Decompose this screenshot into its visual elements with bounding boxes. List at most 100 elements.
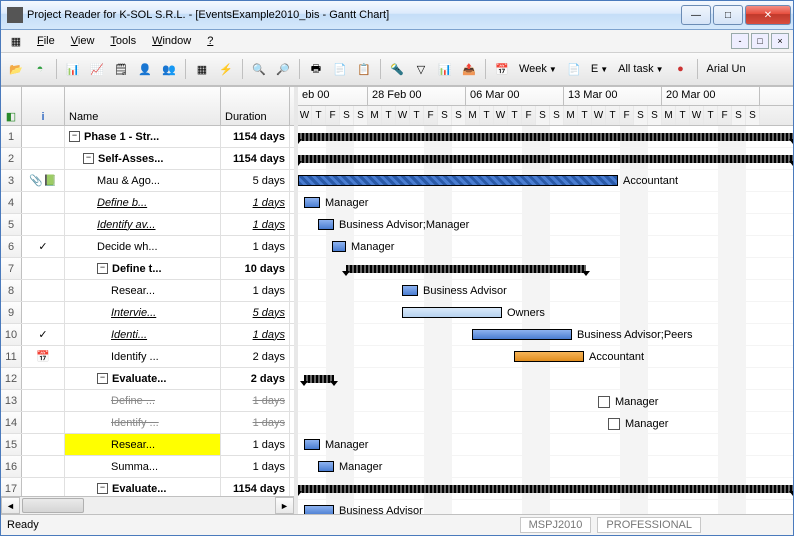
day-header[interactable]: T	[382, 106, 396, 125]
row-number[interactable]: 14	[1, 412, 22, 433]
resource-sheet-icon[interactable]: 👥	[158, 58, 180, 80]
day-header[interactable]: W	[494, 106, 508, 125]
col-num[interactable]: ◧	[1, 87, 22, 125]
doc-icon[interactable]: 📄	[563, 58, 585, 80]
milestone[interactable]: Manager	[598, 396, 610, 408]
tracking-icon[interactable]: 📈	[86, 58, 108, 80]
day-header[interactable]: F	[326, 106, 340, 125]
gantt-bar[interactable]: Business Advisor	[402, 285, 418, 296]
table-row[interactable]: 6✓Decide wh...1 days	[1, 236, 294, 258]
day-header[interactable]: M	[466, 106, 480, 125]
name-cell[interactable]: Identify ...	[65, 412, 221, 433]
row-number[interactable]: 13	[1, 390, 22, 411]
name-cell[interactable]: −Evaluate...	[65, 368, 221, 389]
week-header[interactable]: 28 Feb 00	[368, 87, 466, 105]
day-header[interactable]: T	[676, 106, 690, 125]
day-header[interactable]: W	[592, 106, 606, 125]
gantt-bar[interactable]	[304, 375, 334, 383]
name-cell[interactable]: Resear...	[65, 280, 221, 301]
mdi-minimize-button[interactable]: -	[731, 33, 749, 49]
table-row[interactable]: 3📎📗Mau & Ago...5 days	[1, 170, 294, 192]
gantt-row[interactable]	[298, 148, 793, 170]
name-cell[interactable]: −Evaluate...	[65, 478, 221, 496]
record-icon[interactable]: ●	[670, 58, 692, 80]
week-header[interactable]: 06 Mar 00	[466, 87, 564, 105]
day-header[interactable]: S	[452, 106, 466, 125]
day-header[interactable]: T	[508, 106, 522, 125]
name-cell[interactable]: Define b...	[65, 192, 221, 213]
gantt-row[interactable]: Manager	[298, 390, 793, 412]
day-header[interactable]: S	[634, 106, 648, 125]
row-number[interactable]: 9	[1, 302, 22, 323]
system-menu-icon[interactable]: ▦	[5, 30, 27, 52]
table-row[interactable]: 11📅Identify ...2 days	[1, 346, 294, 368]
table-row[interactable]: 12−Evaluate...2 days	[1, 368, 294, 390]
calendar-icon[interactable]: 📅	[491, 58, 513, 80]
gantt-row[interactable]: Manager	[298, 434, 793, 456]
gantt-row[interactable]: Business Advisor;Peers	[298, 324, 793, 346]
day-header[interactable]: M	[662, 106, 676, 125]
alltask-dropdown[interactable]: All task▼	[614, 59, 667, 79]
row-number[interactable]: 17	[1, 478, 22, 496]
menu-view[interactable]: View	[65, 33, 101, 49]
week-header[interactable]: 13 Mar 00	[564, 87, 662, 105]
day-header[interactable]: S	[746, 106, 760, 125]
table-row[interactable]: 8Resear...1 days	[1, 280, 294, 302]
e-dropdown[interactable]: E▼	[587, 59, 612, 79]
table-row[interactable]: 17−Evaluate...1154 days	[1, 478, 294, 496]
gantt-row[interactable]: Business Advisor;Manager	[298, 214, 793, 236]
title-bar[interactable]: Project Reader for K-SOL S.R.L. - [Event…	[1, 1, 793, 30]
scroll-thumb[interactable]	[22, 498, 84, 513]
print-icon[interactable]: 🖶	[305, 58, 327, 80]
row-number[interactable]: 2	[1, 148, 22, 169]
gantt-bar[interactable]: Manager	[304, 439, 320, 450]
name-cell[interactable]: Define ...	[65, 390, 221, 411]
minimize-button[interactable]: ―	[681, 5, 711, 25]
table-row[interactable]: 5Identify av...1 days	[1, 214, 294, 236]
mdi-close-button[interactable]: ×	[771, 33, 789, 49]
col-duration[interactable]: Duration	[221, 87, 290, 125]
name-cell[interactable]: Intervie...	[65, 302, 221, 323]
gantt-row[interactable]: Business Advisor	[298, 500, 793, 514]
day-header[interactable]: S	[340, 106, 354, 125]
zoom-out-icon[interactable]: 🔎	[272, 58, 294, 80]
gantt-bar[interactable]: Manager	[332, 241, 346, 252]
table-row[interactable]: 13Define ...1 days	[1, 390, 294, 412]
day-header[interactable]: F	[522, 106, 536, 125]
preview-icon[interactable]: 📄	[329, 58, 351, 80]
table-row[interactable]: 1−Phase 1 - Str...1154 days	[1, 126, 294, 148]
gantt-row[interactable]: Accountant	[298, 346, 793, 368]
name-cell[interactable]: Identify av...	[65, 214, 221, 235]
day-header[interactable]: S	[732, 106, 746, 125]
day-header[interactable]: T	[410, 106, 424, 125]
day-header[interactable]: T	[606, 106, 620, 125]
table-row[interactable]: 16Summa...1 days	[1, 456, 294, 478]
row-number[interactable]: 10	[1, 324, 22, 345]
name-cell[interactable]: −Define t...	[65, 258, 221, 279]
name-cell[interactable]: Identi...	[65, 324, 221, 345]
day-header[interactable]: T	[704, 106, 718, 125]
row-number[interactable]: 12	[1, 368, 22, 389]
close-button[interactable]: ✕	[745, 5, 791, 25]
milestone[interactable]: Manager	[608, 418, 620, 430]
row-number[interactable]: 1	[1, 126, 22, 147]
cloud-icon[interactable]: ◓	[29, 58, 51, 80]
gantt-row[interactable]: Owners	[298, 302, 793, 324]
table-row[interactable]: 15Resear...1 days	[1, 434, 294, 456]
gantt-bar[interactable]: Owners	[402, 307, 502, 318]
gantt-bar[interactable]: Business Advisor;Peers	[472, 329, 572, 340]
gantt-bar[interactable]	[346, 265, 586, 273]
gantt-bar[interactable]: Business Advisor;Manager	[318, 219, 334, 230]
row-number[interactable]: 4	[1, 192, 22, 213]
copy-icon[interactable]: 📋	[353, 58, 375, 80]
gantt-row[interactable]: Manager	[298, 412, 793, 434]
maximize-button[interactable]: □	[713, 5, 743, 25]
gantt-bar[interactable]: Accountant	[514, 351, 584, 362]
day-header[interactable]: M	[368, 106, 382, 125]
task-usage-icon[interactable]: 🗒	[110, 58, 132, 80]
row-number[interactable]: 5	[1, 214, 22, 235]
week-header[interactable]: eb 00	[298, 87, 368, 105]
zoom-in-icon[interactable]: 🔍	[248, 58, 270, 80]
day-header[interactable]: S	[648, 106, 662, 125]
gantt-body[interactable]: Accountant Manager Business Advisor;Manage…	[298, 126, 793, 514]
